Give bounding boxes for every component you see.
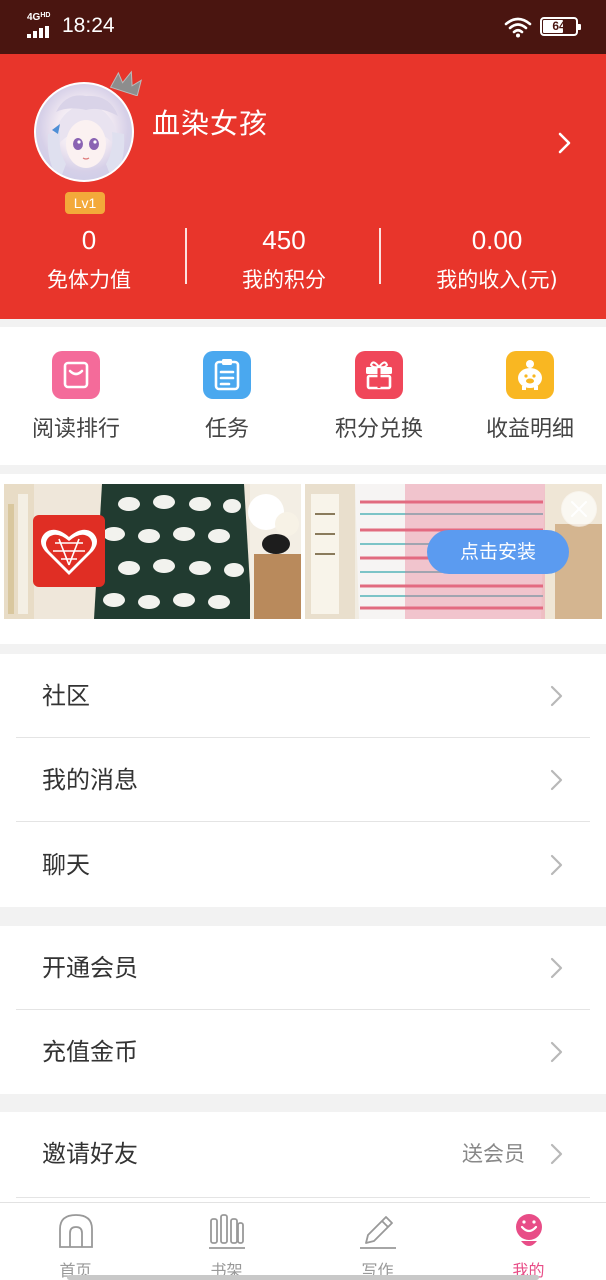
stat-points[interactable]: 450 我的积分: [189, 222, 379, 294]
cellular-signal-icon: 4GHD: [27, 12, 55, 38]
stat-income[interactable]: 0.00 我的收入(元): [402, 222, 592, 294]
home-icon: [59, 1214, 93, 1248]
wifi-icon: [504, 17, 532, 38]
chevron-right-icon[interactable]: [552, 130, 576, 156]
chevron-right-icon: [550, 685, 563, 707]
stat-label: 我的积分: [242, 268, 326, 292]
quick-action-label: 阅读排行: [31, 417, 120, 442]
menu-item-hint: 送会员: [462, 1142, 525, 1166]
bottom-navigation: 首页 书架 写作 我的: [0, 1202, 606, 1280]
quick-action-label: 收益明细: [485, 417, 574, 442]
menu-item-invite-friends[interactable]: 邀请好友 送会员: [0, 1112, 606, 1198]
stat-value: 0: [81, 225, 97, 255]
chevron-right-icon: [550, 957, 563, 979]
level-badge: Lv1: [65, 192, 105, 214]
profile-header[interactable]: Lv1 血染女孩 0 免体力值 450 我的积分 0.00 我的收入(元): [0, 54, 606, 319]
menu-item-my-messages[interactable]: 我的消息: [0, 738, 606, 822]
profile-icon: [516, 1214, 542, 1246]
divider: [379, 228, 381, 284]
menu-item-label: 邀请好友: [42, 1140, 138, 1168]
crown-icon: [110, 70, 143, 96]
menu-item-label: 我的消息: [42, 766, 138, 794]
quick-action-reading-rank[interactable]: 阅读排行: [0, 351, 152, 443]
status-bar: 4GHD 18:24 64: [0, 0, 606, 54]
battery-icon: 64: [540, 17, 581, 36]
quick-action-task[interactable]: 任务: [151, 351, 303, 443]
chevron-right-icon: [550, 769, 563, 791]
quick-action-label: 任务: [204, 417, 249, 442]
quick-action-earnings-detail[interactable]: 收益明细: [454, 351, 606, 443]
nav-tab-mine[interactable]: 我的: [453, 1203, 604, 1280]
menu-item-recharge-coins[interactable]: 充值金币: [0, 1010, 606, 1094]
avatar[interactable]: Lv1: [34, 70, 143, 214]
menu-group-membership: 开通会员 充值金币: [0, 926, 606, 1094]
stat-value: 0.00: [471, 225, 523, 255]
menu-item-label: 聊天: [42, 851, 90, 879]
chevron-right-icon: [550, 854, 563, 876]
battery-level: 64: [552, 19, 566, 33]
stats-bar: 0 免体力值 450 我的积分 0.00 我的收入(元): [0, 222, 606, 302]
ranking-icon: [52, 351, 100, 399]
menu-item-label: 开通会员: [42, 954, 138, 982]
home-indicator: [67, 1275, 539, 1280]
pinduoduo-logo-icon: [33, 515, 105, 587]
pencil-icon: [360, 1216, 396, 1249]
quick-actions: 阅读排行 任务 积分兑换 收益明细: [0, 327, 606, 465]
menu-item-open-membership[interactable]: 开通会员: [0, 926, 606, 1010]
menu-item-label: 充值金币: [42, 1038, 138, 1066]
menu-item-label: 社区: [42, 682, 90, 710]
menu-group-invite: 邀请好友 送会员: [0, 1112, 606, 1202]
stat-value: 450: [262, 225, 306, 255]
chevron-right-icon: [550, 1041, 563, 1063]
nav-tab-bookshelf[interactable]: 书架: [151, 1203, 302, 1280]
gift-icon: [355, 351, 403, 399]
stat-label: 我的收入(元): [436, 268, 558, 292]
bookshelf-icon: [209, 1214, 245, 1249]
menu-item-chat[interactable]: 聊天: [0, 823, 606, 907]
nav-tab-home[interactable]: 首页: [0, 1203, 151, 1280]
piggy-bank-icon: [506, 351, 554, 399]
menu-group-social: 社区 我的消息 聊天: [0, 654, 606, 907]
menu-item-community[interactable]: 社区: [0, 654, 606, 738]
stat-stamina[interactable]: 0 免体力值: [0, 222, 184, 294]
username: 血染女孩: [152, 107, 269, 140]
task-clipboard-icon: [203, 351, 251, 399]
close-icon[interactable]: [561, 491, 597, 527]
divider: [185, 228, 187, 284]
nav-tab-write[interactable]: 写作: [302, 1203, 453, 1280]
quick-action-points-exchange[interactable]: 积分兑换: [303, 351, 455, 443]
quick-action-label: 积分兑换: [334, 417, 423, 442]
stat-label: 免体力值: [47, 268, 131, 292]
install-button[interactable]: 点击安装: [427, 530, 569, 574]
clock: 18:24: [62, 14, 115, 37]
chevron-right-icon: [550, 1143, 563, 1165]
network-type: 4GHD: [27, 12, 51, 23]
